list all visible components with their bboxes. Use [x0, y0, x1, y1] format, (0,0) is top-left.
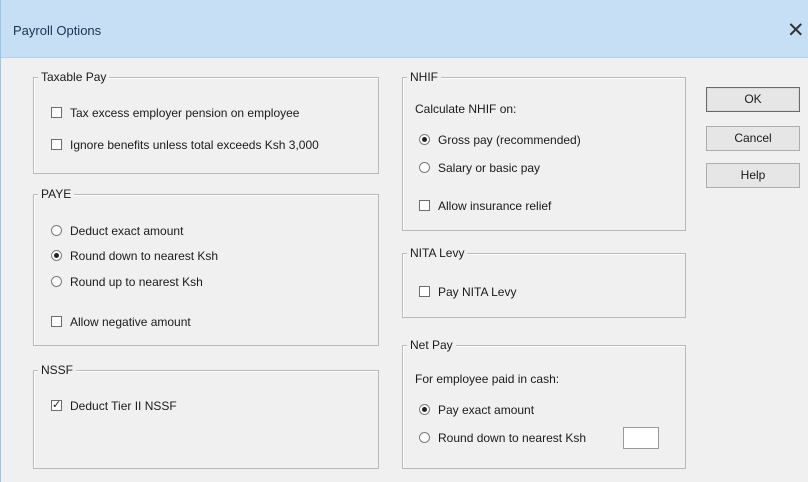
- checkbox-box: [51, 316, 62, 327]
- radio-circle: [419, 134, 430, 145]
- checkbox-box: [419, 286, 430, 297]
- ok-button[interactable]: OK: [706, 87, 800, 112]
- checkbox-label: Ignore benefits unless total exceeds Ksh…: [70, 138, 319, 152]
- radio-label: Pay exact amount: [438, 403, 535, 417]
- payroll-options-dialog: Payroll Options ✕ Taxable Pay Tax excess…: [0, 0, 808, 482]
- radio-circle: [419, 432, 430, 443]
- checkbox-box: ✓: [51, 399, 62, 411]
- taxable-pay-group: Taxable Pay: [33, 69, 379, 174]
- paye-legend: PAYE: [38, 186, 75, 202]
- checkbox-label: Tax excess employer pension on employee: [70, 106, 300, 120]
- close-icon[interactable]: ✕: [787, 16, 808, 46]
- cancel-button[interactable]: Cancel: [706, 126, 800, 151]
- radio-circle: [419, 404, 430, 415]
- window-title: Payroll Options: [13, 23, 102, 38]
- checkbox-box: [51, 139, 62, 150]
- radio-circle: [419, 162, 430, 173]
- round-down-amount-input[interactable]: [623, 427, 659, 449]
- radio-circle: [51, 225, 62, 236]
- radio-circle: [51, 250, 62, 261]
- taxable-pay-legend: Taxable Pay: [38, 69, 110, 85]
- checkbox-box: [51, 107, 62, 118]
- radio-label: Gross pay (recommended): [438, 133, 581, 147]
- checkbox-label: Allow negative amount: [70, 315, 191, 329]
- nhif-caption: Calculate NHIF on:: [415, 102, 517, 116]
- checkbox-label: Pay NITA Levy: [438, 285, 517, 299]
- radio-label: Round up to nearest Ksh: [70, 275, 203, 289]
- title-bar: Payroll Options ✕: [1, 0, 808, 58]
- radio-label: Deduct exact amount: [70, 224, 184, 238]
- net-pay-legend: Net Pay: [407, 337, 456, 353]
- radio-label: Round down to nearest Ksh: [70, 249, 219, 263]
- radio-circle: [51, 276, 62, 287]
- checkbox-label: Deduct Tier II NSSF: [70, 399, 177, 413]
- checkbox-label: Allow insurance relief: [438, 199, 552, 213]
- help-button[interactable]: Help: [706, 163, 800, 188]
- nhif-legend: NHIF: [407, 69, 441, 85]
- radio-label: Round down to nearest Ksh: [438, 431, 587, 445]
- checkbox-box: [419, 200, 430, 211]
- radio-label: Salary or basic pay: [438, 161, 541, 175]
- nssf-legend: NSSF: [38, 362, 77, 378]
- net-pay-caption: For employee paid in cash:: [415, 372, 560, 386]
- nssf-group: NSSF: [33, 362, 379, 469]
- nita-legend: NITA Levy: [407, 245, 468, 261]
